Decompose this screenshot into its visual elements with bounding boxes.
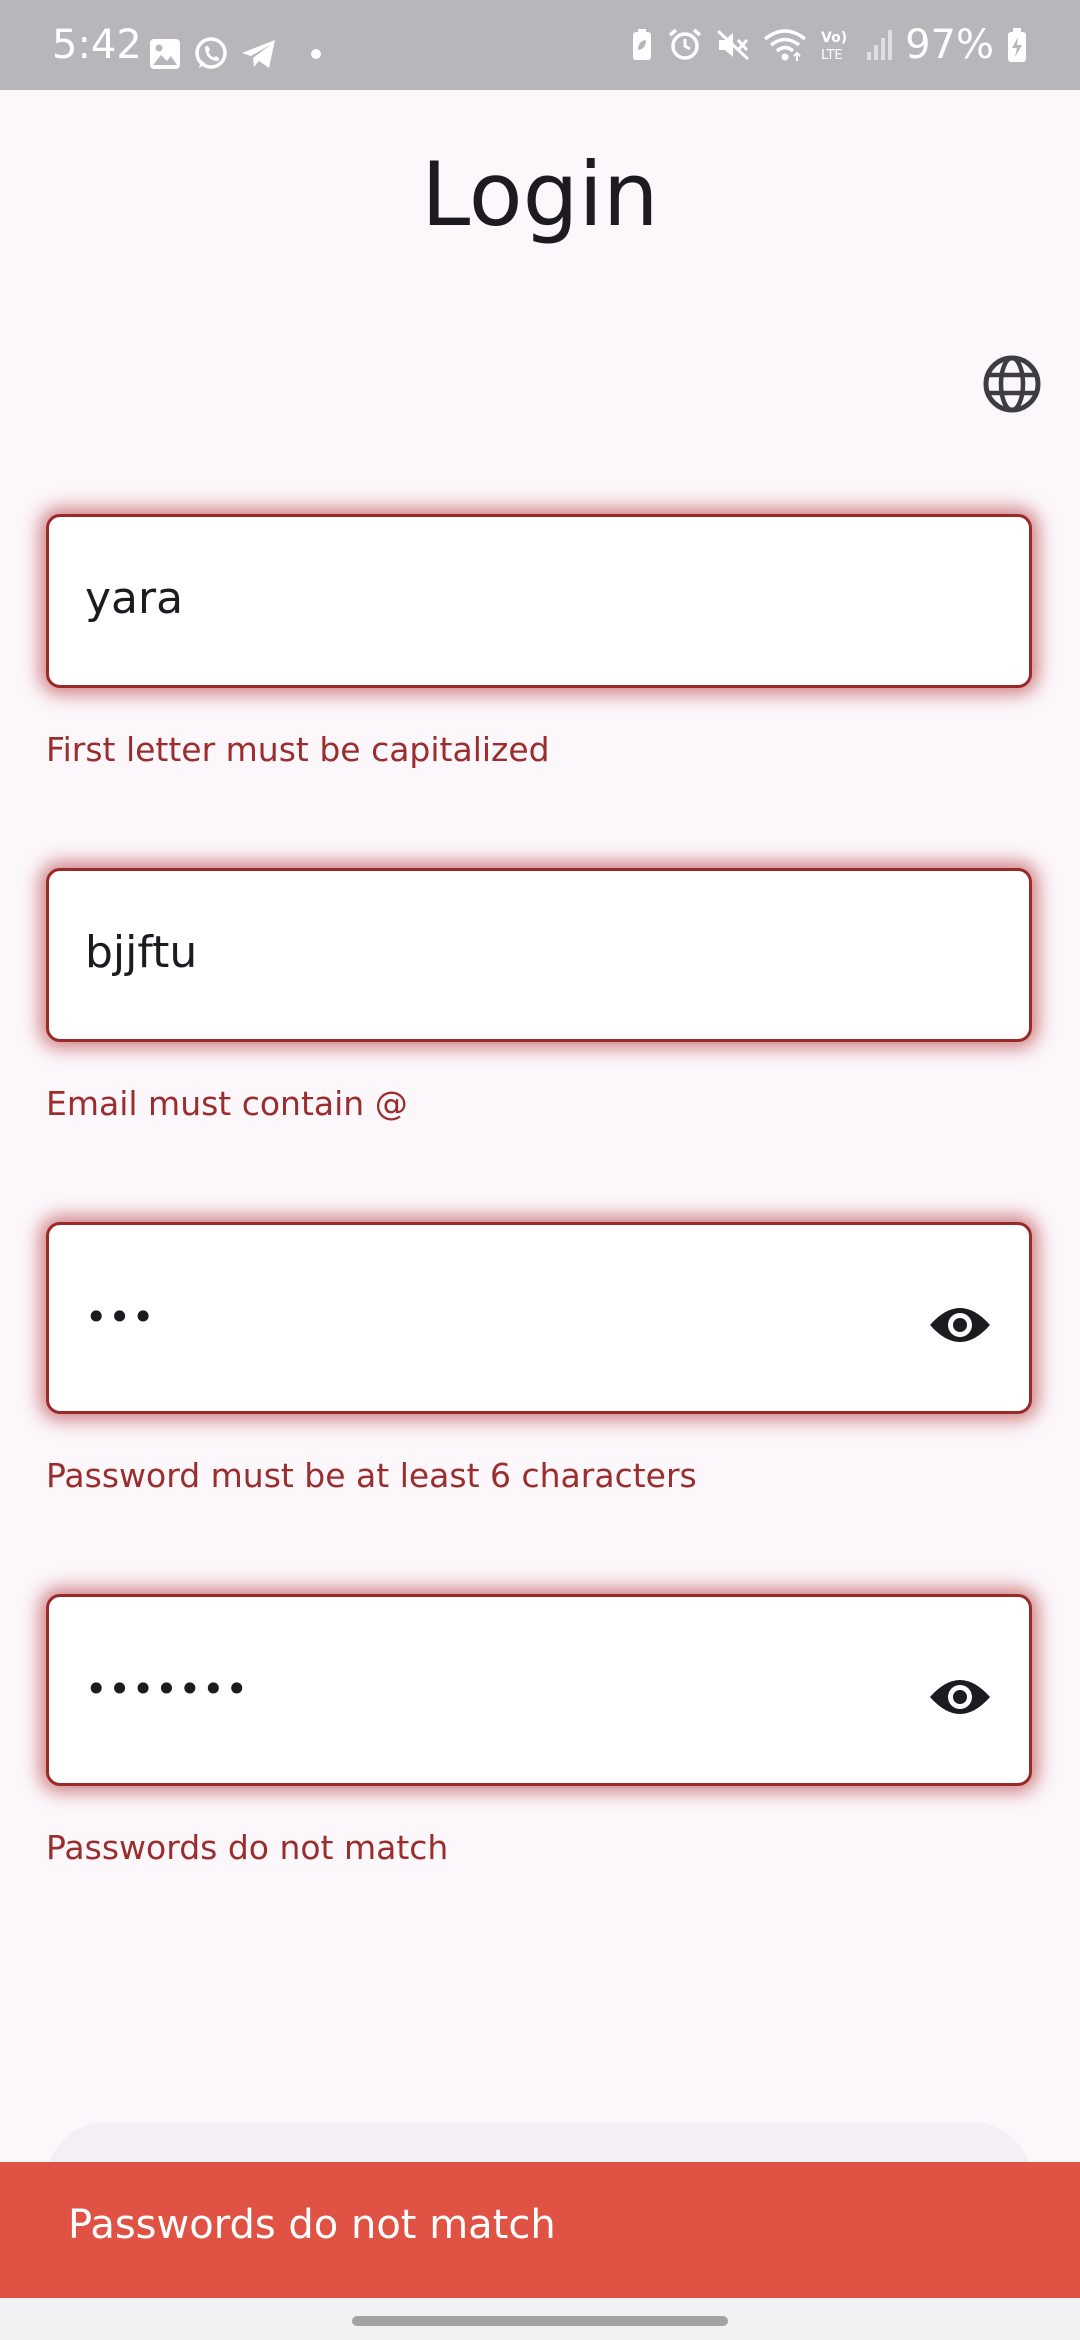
dot-icon	[310, 48, 322, 60]
confirm-password-field-value: •••••••	[85, 1667, 249, 1711]
email-field[interactable]: bjjftu	[46, 868, 1032, 1042]
eye-icon	[928, 1675, 992, 1724]
snackbar: Passwords do not match	[0, 2162, 1080, 2298]
navigation-bar	[0, 2298, 1080, 2340]
name-error-text: First letter must be capitalized	[46, 730, 550, 769]
snackbar-message: Passwords do not match	[68, 2202, 556, 2248]
svg-text:Vo): Vo)	[821, 30, 847, 46]
wifi-icon	[763, 27, 807, 63]
password-error-text: Password must be at least 6 characters	[46, 1456, 697, 1495]
confirm-password-field[interactable]: •••••••	[46, 1594, 1032, 1786]
signal-icon	[865, 28, 893, 62]
globe-icon	[983, 355, 1041, 418]
confirm-password-error-text: Passwords do not match	[46, 1828, 449, 1867]
confirm-password-visibility-toggle[interactable]	[927, 1675, 993, 1723]
password-field[interactable]: •••	[46, 1222, 1032, 1414]
status-time: 5:42	[52, 22, 142, 68]
alarm-icon	[667, 27, 703, 63]
name-field[interactable]: yara	[46, 514, 1032, 688]
telegram-icon	[240, 37, 278, 71]
whatsapp-icon	[192, 35, 230, 73]
status-system-icons: Vo) LTE 97%	[629, 22, 1028, 68]
svg-text:LTE: LTE	[821, 48, 843, 63]
email-field-value: bjjftu	[85, 927, 198, 978]
battery-percentage: 97%	[905, 22, 994, 68]
volte-icon: Vo) LTE	[819, 27, 853, 63]
status-notification-icons	[148, 36, 322, 72]
battery-charging-icon	[1006, 27, 1028, 63]
mute-icon	[715, 27, 751, 63]
password-field-value: •••	[85, 1295, 156, 1339]
battery-saver-icon	[629, 28, 655, 62]
home-gesture-handle[interactable]	[352, 2316, 728, 2326]
language-button[interactable]	[980, 354, 1044, 418]
page-title: Login	[421, 143, 659, 246]
eye-icon	[928, 1303, 992, 1352]
gallery-icon	[148, 37, 182, 71]
email-error-text: Email must contain @	[46, 1084, 408, 1123]
status-bar: 5:42 Vo) LTE 97%	[0, 0, 1080, 90]
name-field-value: yara	[85, 573, 184, 624]
password-visibility-toggle[interactable]	[927, 1303, 993, 1351]
